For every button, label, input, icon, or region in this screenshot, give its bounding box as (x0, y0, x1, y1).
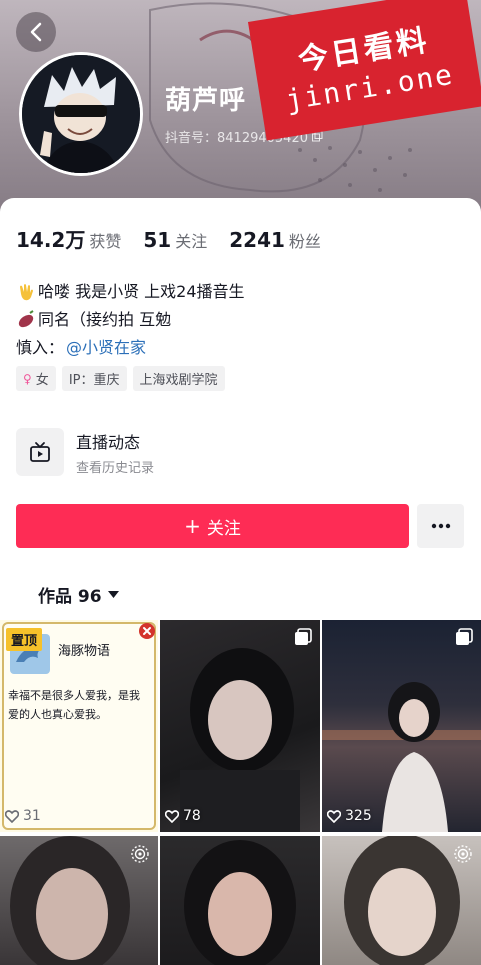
stat-followers-value: 2241 (229, 228, 285, 252)
profile-header: 葫芦呼 抖音号：84129405420 今日看料 jinri.one (0, 0, 481, 215)
live-tv-icon (16, 428, 64, 476)
stat-followers[interactable]: 2241 粉丝 (229, 228, 321, 252)
live-subtitle: 查看历史记录 (76, 460, 155, 476)
post-tile[interactable]: 325 (322, 620, 481, 832)
tag-school-label: 上海戏剧学院 (139, 373, 218, 388)
stat-following-value: 51 (143, 228, 172, 252)
post-likes: 31 (5, 808, 41, 824)
waving-hand-icon (20, 284, 33, 301)
post-likes: 325 (327, 808, 372, 824)
tag-gender: ♀ 女 (16, 366, 56, 391)
post-likes-count: 31 (23, 808, 41, 824)
stat-likes[interactable]: 14.2万 获赞 (16, 224, 121, 253)
multi-image-icon (295, 628, 312, 645)
post-tile[interactable] (160, 836, 320, 965)
bio-line-1: 哈喽 我是小贤 上戏24播音生 (16, 278, 245, 306)
tab-works[interactable]: 作品 96 (38, 582, 119, 607)
live-history-entry[interactable]: 直播动态 查看历史记录 (16, 428, 154, 476)
sweet-potato-icon (18, 310, 34, 328)
more-options-button[interactable] (417, 504, 464, 548)
profile-bio: 哈喽 我是小贤 上戏24播音生 同名（接约拍 互勉 慎入： @小贤在家 (16, 278, 245, 362)
stat-followers-label: 粉丝 (288, 232, 321, 251)
post-likes-count: 325 (345, 808, 372, 824)
post-thumbnail-image (322, 682, 481, 832)
tab-works-label: 作品 96 (38, 587, 102, 607)
follow-label: 关注 (206, 518, 241, 539)
back-button[interactable] (16, 12, 56, 52)
stat-following-label: 关注 (175, 232, 208, 251)
stat-following[interactable]: 51 关注 (143, 228, 207, 252)
post-tile[interactable]: 置顶 海豚物语 幸福不是很多人爱我，是我爱的人也真心爱我。 31 (0, 620, 158, 832)
profile-stats: 14.2万 获赞 51 关注 2241 粉丝 (16, 224, 321, 253)
stat-likes-value: 14.2万 (16, 228, 86, 252)
close-icon[interactable] (138, 622, 156, 640)
post-title: 海豚物语 (58, 644, 111, 659)
live-title: 直播动态 (76, 432, 141, 452)
more-dots-icon (431, 523, 450, 529)
multi-image-icon (456, 628, 473, 645)
bio-line-1-text: 哈喽 我是小贤 上戏24播音生 (38, 282, 245, 301)
bio-line-2: 同名（接约拍 互勉 (16, 306, 245, 334)
stat-likes-label: 获赞 (89, 232, 122, 251)
live-text: 直播动态 查看历史记录 (76, 429, 154, 476)
tag-gender-label: 女 (35, 373, 49, 388)
caret-down-icon (107, 591, 119, 598)
post-tile[interactable] (322, 836, 481, 965)
post-thumbnail-image (184, 840, 296, 965)
live-photo-icon (454, 845, 472, 863)
post-likes-count: 78 (183, 808, 201, 824)
heart-icon (327, 809, 341, 823)
bio-line-3-prefix: 慎入： (16, 338, 65, 357)
post-tile[interactable]: 78 (160, 620, 320, 832)
profile-tags: ♀ 女 IP：重庆 上海戏剧学院 (16, 366, 225, 391)
live-photo-icon (131, 845, 149, 863)
follow-button[interactable]: + 关注 (16, 504, 409, 548)
tag-school[interactable]: 上海戏剧学院 (132, 366, 225, 391)
bio-line-3: 慎入： @小贤在家 (16, 334, 245, 362)
tag-ip-label: IP：重庆 (68, 373, 120, 388)
avatar[interactable] (19, 52, 143, 176)
chevron-left-icon (30, 22, 42, 42)
plus-icon: + (184, 514, 201, 538)
tag-ip: IP：重庆 (61, 366, 127, 391)
tv-icon (30, 442, 50, 462)
heart-icon (5, 809, 19, 823)
heart-icon (165, 809, 179, 823)
post-thumbnail-image (180, 648, 300, 832)
bio-line-2-text: 同名（接约拍 互勉 (38, 310, 172, 329)
pinned-badge: 置顶 (6, 628, 43, 651)
bio-mention-link[interactable]: @小贤在家 (66, 334, 146, 362)
female-icon: ♀ (23, 371, 32, 386)
post-tile[interactable] (0, 836, 158, 965)
avatar-illustration (22, 55, 140, 173)
post-likes: 78 (165, 808, 201, 824)
post-text: 幸福不是很多人爱我，是我爱的人也真心爱我。 (8, 689, 140, 721)
